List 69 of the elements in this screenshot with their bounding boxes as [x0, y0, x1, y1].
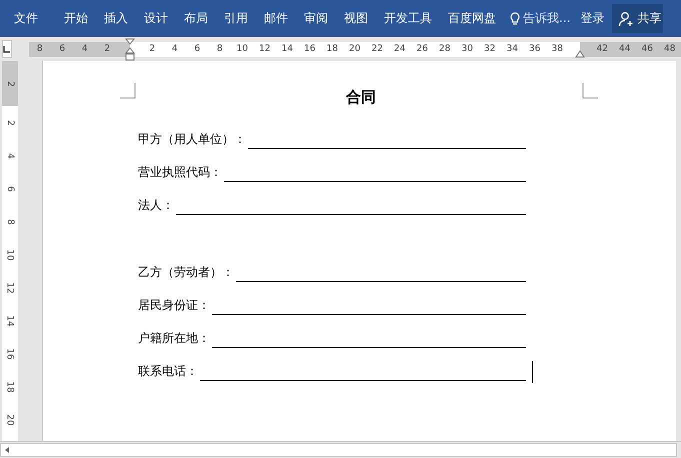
indent-marker-icon[interactable]: [124, 38, 134, 62]
tab-stop-selector[interactable]: [2, 40, 12, 58]
ruler-number: 42: [591, 42, 614, 56]
lightbulb-icon: [510, 12, 520, 26]
ruler-number: 2: [148, 42, 156, 56]
ruler-number: 4: [170, 42, 179, 56]
ruler-number: 14: [5, 314, 15, 326]
right-indent-icon[interactable]: [574, 50, 584, 58]
ruler-number: 48: [658, 42, 681, 56]
field-label: 乙方（劳动者）：: [138, 264, 234, 281]
ruler-number: 8: [28, 42, 51, 56]
ribbon-tab[interactable]: 邮件: [256, 0, 296, 37]
field-label: 居民身份证：: [138, 297, 210, 314]
field-label: 甲方（用人单位）：: [138, 131, 246, 148]
ribbon-tab[interactable]: 开发工具: [376, 0, 440, 37]
ribbon-tab[interactable]: 布局: [176, 0, 216, 37]
ruler-number: 6: [193, 42, 202, 56]
person-add-icon: [618, 10, 634, 26]
ruler-number: 6: [51, 42, 74, 56]
ruler-number: 38: [550, 42, 564, 56]
ribbon-tab[interactable]: 视图: [336, 0, 376, 37]
field-label: 联系电话：: [138, 363, 198, 380]
ruler-number: 18: [5, 380, 15, 392]
ruler-number: 28: [438, 42, 452, 56]
ribbon-tab[interactable]: 插入: [96, 0, 136, 37]
horizontal-scrollbar[interactable]: [0, 443, 677, 457]
ruler-number: 32: [483, 42, 496, 56]
file-tab[interactable]: 文件: [0, 0, 52, 37]
ruler-number: 6: [5, 186, 15, 192]
ruler-number: 36: [528, 42, 542, 56]
ruler-number: 10: [236, 42, 249, 56]
ruler-number: 2: [96, 42, 118, 56]
ribbon-tab[interactable]: 审阅: [296, 0, 336, 37]
ruler-number: 18: [326, 42, 339, 56]
field-label: 户籍所在地：: [138, 330, 210, 347]
ruler-number: 12: [5, 282, 15, 294]
ruler-number: 20: [348, 42, 362, 56]
ruler-number: 12: [258, 42, 272, 56]
ruler-number: 30: [460, 42, 474, 56]
margin-corner-icon: [582, 83, 598, 99]
ruler-number: 8: [216, 42, 224, 56]
share-button[interactable]: 共享: [612, 4, 664, 33]
ruler-number: 46: [636, 42, 658, 56]
ruler-number: 2: [5, 80, 15, 86]
ruler-number: 24: [393, 42, 406, 56]
ruler-number: 20: [5, 414, 15, 426]
ruler-number: 34: [506, 42, 519, 56]
ruler-number: 44: [614, 42, 636, 56]
field-label: 营业执照代码：: [138, 164, 222, 181]
ruler-number: 4: [5, 152, 15, 158]
tell-me-search[interactable]: 告诉我...: [510, 10, 570, 27]
ribbon-tab[interactable]: 百度网盘: [440, 0, 504, 37]
ruler-number: 4: [74, 42, 96, 56]
ribbon-tab[interactable]: 引用: [216, 0, 256, 37]
ruler-number: 8: [5, 218, 15, 224]
ruler-number: 26: [416, 42, 429, 56]
sign-in-link[interactable]: 登录: [580, 10, 604, 27]
ruler-number: 14: [280, 42, 294, 56]
ruler-number: 16: [5, 348, 15, 360]
field-label: 法人：: [138, 197, 174, 214]
ribbon-tab[interactable]: 开始: [56, 0, 96, 37]
ribbon-tab[interactable]: 设计: [136, 0, 176, 37]
ruler-number: 2: [5, 120, 15, 126]
ruler-number: 16: [303, 42, 316, 56]
document-title: 合同: [344, 88, 377, 107]
ruler-number: 10: [5, 248, 15, 260]
ruler-number: 22: [370, 42, 384, 56]
margin-corner-icon: [120, 83, 136, 99]
left-tab-icon: [3, 46, 10, 52]
